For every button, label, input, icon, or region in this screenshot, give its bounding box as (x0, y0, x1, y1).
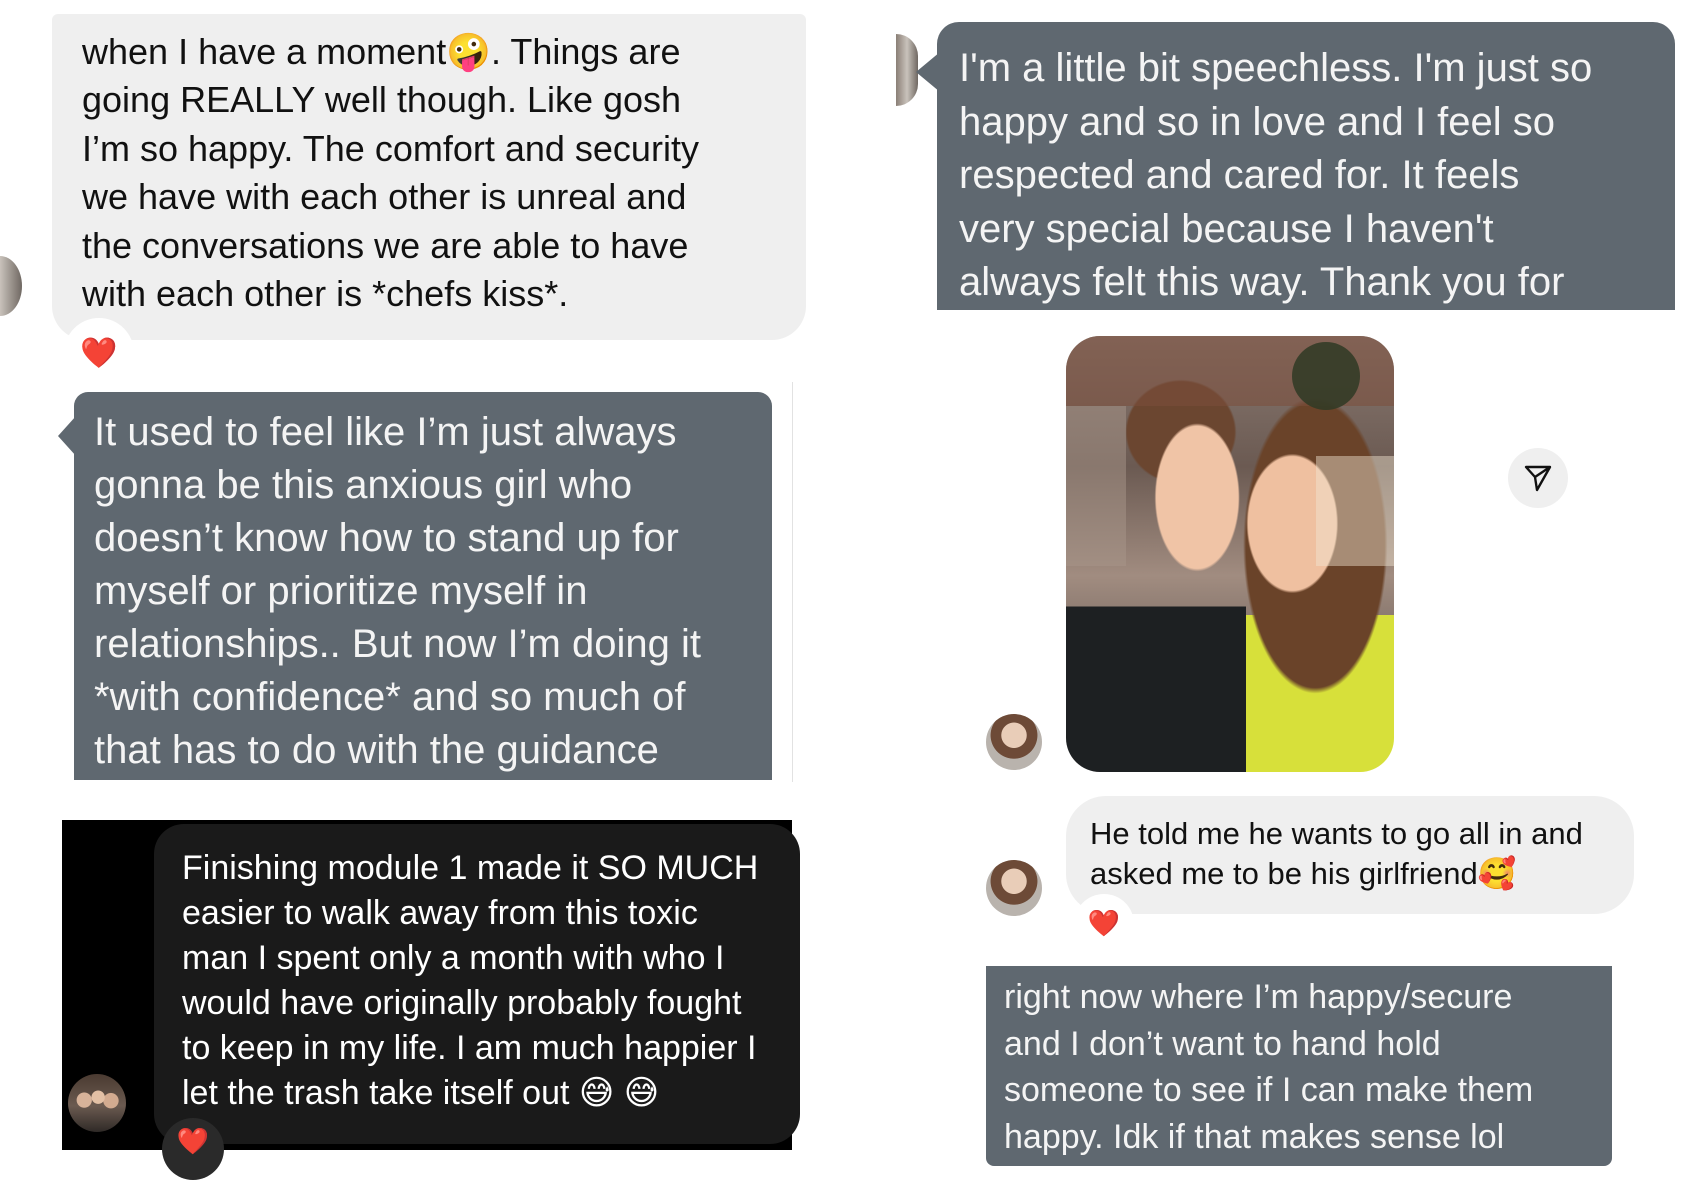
heart-icon: ❤️ (176, 1127, 210, 1157)
message-text: It used to feel like I’m just always gon… (94, 410, 701, 772)
message-bubble: It used to feel like I’m just always gon… (74, 392, 772, 780)
message-text: I'm a little bit speechless. I'm just so… (959, 46, 1593, 305)
message-text: when I have a moment🤪. Things are going … (82, 31, 699, 315)
send-icon (1524, 465, 1552, 492)
message-text: Finishing module 1 made it SO MUCH easie… (182, 849, 759, 1112)
heart-reaction[interactable]: ❤️ (162, 1118, 224, 1180)
message-bubble: He told me he wants to go all in and ask… (1066, 796, 1634, 914)
contact-avatar (986, 860, 1042, 916)
message-text: right now where I’m happy/secure and I d… (1004, 978, 1534, 1156)
heart-reaction[interactable]: ❤️ (1076, 896, 1132, 952)
heart-icon: ❤️ (80, 335, 118, 371)
message-bubble: right now where I’m happy/secure and I d… (986, 966, 1612, 1166)
message-bubble: Finishing module 1 made it SO MUCH easie… (154, 824, 800, 1144)
message-bubble: when I have a moment🤪. Things are going … (52, 14, 806, 340)
message-text: He told me he wants to go all in and ask… (1090, 816, 1583, 891)
couple-selfie-photo[interactable] (1066, 336, 1394, 772)
panel-border (792, 382, 793, 782)
contact-avatar (986, 714, 1042, 770)
dark-screenshot-panel: Finishing module 1 made it SO MUCH easie… (62, 820, 800, 1180)
contact-avatar (0, 256, 22, 316)
heart-icon: ❤️ (1087, 909, 1121, 939)
contact-avatar (68, 1074, 126, 1132)
message-bubble: I'm a little bit speechless. I'm just so… (937, 22, 1675, 310)
share-button[interactable] (1508, 448, 1568, 508)
heart-reaction[interactable]: ❤️ (66, 320, 132, 386)
photo-detail (1066, 336, 1394, 566)
contact-avatar (896, 34, 918, 106)
